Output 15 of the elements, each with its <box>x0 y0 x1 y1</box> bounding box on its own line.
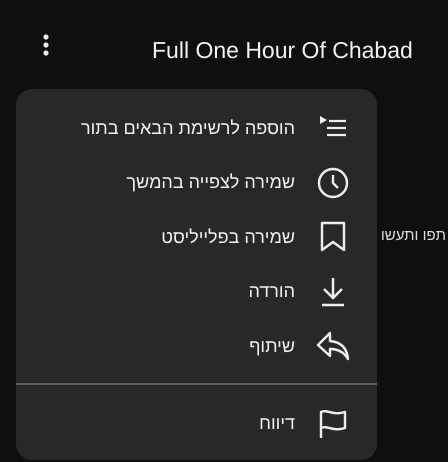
flag-icon <box>318 408 348 439</box>
more-options-button[interactable] <box>42 34 50 56</box>
bookmark-icon <box>320 221 346 254</box>
more-icon <box>43 34 49 56</box>
description-text: תפו ותעשו <box>380 227 446 244</box>
clock-icon <box>317 166 349 199</box>
menu-item[interactable]: דיווח <box>16 396 377 451</box>
share-icon <box>316 331 350 362</box>
menu-item[interactable]: שיתוף <box>16 319 377 374</box>
download-icon <box>320 276 346 307</box>
menu-item[interactable]: הוספה לרשימת הבאים בתור <box>16 101 377 156</box>
video-title: Full One Hour Of Chabad <box>152 36 413 64</box>
menu-item[interactable]: שמירה לצפייה בהמשך <box>16 156 377 210</box>
menu-item[interactable]: שמירה בפלייליסט <box>16 210 377 264</box>
menu-item[interactable]: הורדה <box>16 264 377 319</box>
